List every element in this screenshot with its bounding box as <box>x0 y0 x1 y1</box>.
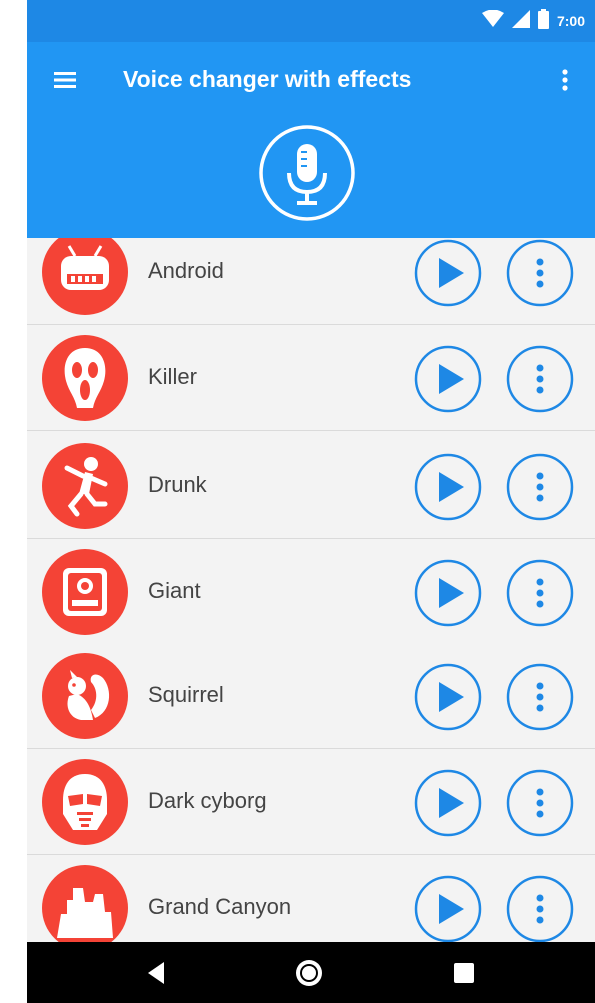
hamburger-icon[interactable] <box>47 62 83 98</box>
effect-label: Grand Canyon <box>148 894 292 919</box>
ghostface-mask-icon <box>42 335 128 421</box>
list-item[interactable]: Grand Canyon <box>27 856 595 942</box>
options-button[interactable] <box>505 558 575 628</box>
status-time: 7:00 <box>556 13 585 29</box>
effect-label: Squirrel <box>148 682 224 707</box>
robot-icon <box>42 238 128 315</box>
play-button[interactable] <box>413 238 483 308</box>
more-vert-icon <box>506 875 574 942</box>
play-button[interactable] <box>413 452 483 522</box>
record-mic-button[interactable] <box>258 124 356 222</box>
giant-icon <box>42 549 128 635</box>
list-item[interactable]: Killer <box>27 326 595 431</box>
list-item[interactable]: Dark cyborg <box>27 750 595 855</box>
dancing-figure-icon <box>42 443 128 529</box>
play-button[interactable] <box>413 662 483 732</box>
list-item[interactable]: Android <box>27 238 595 325</box>
more-vert-icon <box>506 559 574 627</box>
app-title: Voice changer with effects <box>123 66 412 92</box>
recent-apps-square-icon[interactable] <box>450 959 478 987</box>
battery-icon <box>537 8 549 34</box>
options-button[interactable] <box>505 874 575 942</box>
back-triangle-icon[interactable] <box>142 958 172 988</box>
more-vert-icon <box>506 345 574 413</box>
play-button[interactable] <box>413 558 483 628</box>
squirrel-icon <box>42 653 128 739</box>
signal-icon <box>511 9 530 33</box>
list-item[interactable]: Drunk <box>27 434 595 539</box>
more-vert-icon <box>506 453 574 521</box>
more-vert-icon <box>506 239 574 307</box>
play-icon <box>414 453 482 521</box>
options-button[interactable] <box>505 238 575 308</box>
options-button[interactable] <box>505 344 575 414</box>
app-toolbar: Voice changer with effects <box>27 42 595 238</box>
list-item[interactable]: Giant <box>27 540 595 645</box>
phone-screen: 7:00 Voice changer with effects Android … <box>27 0 595 1003</box>
effect-label: Android <box>148 258 224 283</box>
status-bar: 7:00 <box>27 0 595 42</box>
home-circle-icon[interactable] <box>292 956 326 990</box>
options-button[interactable] <box>505 768 575 838</box>
effect-label: Dark cyborg <box>148 788 267 813</box>
options-button[interactable] <box>505 662 575 732</box>
effect-label: Drunk <box>148 472 207 497</box>
play-icon <box>414 875 482 942</box>
play-icon <box>414 345 482 413</box>
play-icon <box>414 769 482 837</box>
cyborg-helmet-icon <box>42 759 128 845</box>
more-vert-icon[interactable] <box>547 62 583 98</box>
play-icon <box>414 663 482 731</box>
list-item[interactable]: Squirrel <box>27 644 595 749</box>
play-button[interactable] <box>413 344 483 414</box>
system-nav-bar <box>27 942 595 1003</box>
effect-label: Giant <box>148 578 201 603</box>
effect-label: Killer <box>148 364 197 389</box>
play-button[interactable] <box>413 874 483 942</box>
more-vert-icon <box>506 769 574 837</box>
play-icon <box>414 559 482 627</box>
options-button[interactable] <box>505 452 575 522</box>
microphone-icon <box>259 125 355 221</box>
wifi-icon <box>481 9 504 33</box>
more-vert-icon <box>506 663 574 731</box>
canyon-icon <box>42 865 128 942</box>
effects-list: Android Killer Drunk Giant Squirrel Dark… <box>27 238 595 942</box>
play-icon <box>414 239 482 307</box>
play-button[interactable] <box>413 768 483 838</box>
